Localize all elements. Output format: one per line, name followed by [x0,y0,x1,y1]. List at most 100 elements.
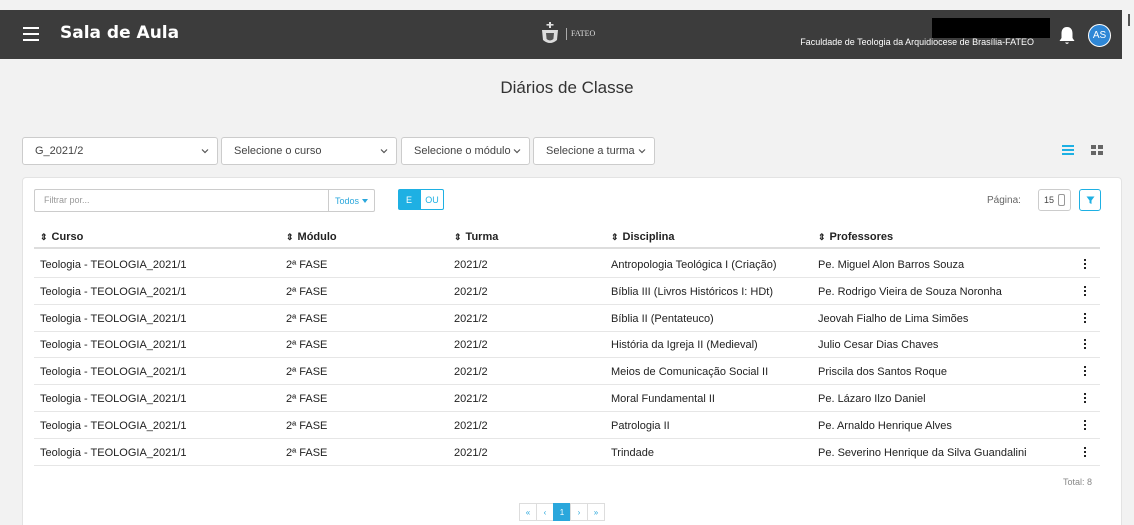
column-header-turma[interactable]: ⇕ Turma [454,231,498,243]
page-size-label: Página: [987,195,1021,206]
hamburger-menu-icon[interactable] [23,27,39,41]
table-cell: Teologia - TEOLOGIA_2021/1 [40,285,187,298]
row-actions-icon[interactable] [1083,393,1087,404]
class-select[interactable]: Selecione a turma [533,137,655,165]
first-page-button[interactable]: « [519,503,537,521]
table-cell: Bíblia III (Livros Históricos I: HDt) [611,285,773,298]
page-size-value: 15 [1044,195,1055,205]
table-row[interactable]: Teologia - TEOLOGIA_2021/1 2ª FASE 2021/2 T… [34,439,1100,466]
chevron-down-icon [513,149,521,154]
chevron-down-icon [380,149,388,154]
table-cell: 2ª FASE [286,285,328,298]
table-row[interactable]: Teologia - TEOLOGIA_2021/1 2ª FASE 2021/2 P… [34,412,1100,439]
table-cell: 2ª FASE [286,259,328,271]
todos-label: Todos [334,195,360,206]
filter-input[interactable]: Filtrar por... [34,189,330,212]
table-row[interactable]: Teologia - TEOLOGIA_2021/1 2ª FASE 2021/2 M… [34,385,1100,412]
filter-button[interactable] [1079,189,1101,211]
table-cell: Pe. Lázaro Ilzo Daniel [818,393,926,405]
sort-icon: ⇕ [611,232,619,242]
table-cell: 2ª FASE [286,393,328,405]
table-cell: Antropologia Teológica I (Criação) [611,259,777,271]
institution-name: Faculdade de Teologia da Arquidiocese de… [800,37,1034,47]
user-avatar[interactable]: AS [1088,24,1111,47]
and-toggle-button[interactable]: E [398,189,420,210]
table-row[interactable]: Teologia - TEOLOGIA_2021/1 2ª FASE 2021/2 M… [34,358,1100,386]
app-title: Sala de Aula [60,23,180,43]
table-cell: Patrologia II [611,419,670,432]
table-cell: 2021/2 [454,366,488,379]
sort-icon: ⇕ [818,232,826,242]
table-cell: Moral Fundamental II [611,393,715,405]
table-row[interactable]: Teologia - TEOLOGIA_2021/1 2ª FASE 2021/2 A… [34,251,1100,278]
course-select[interactable]: Selecione o curso [221,137,397,165]
row-actions-icon[interactable] [1083,312,1087,324]
table-cell: 2021/2 [454,393,488,405]
column-header-curso[interactable]: ⇕ Curso [40,231,83,243]
row-actions-icon[interactable] [1083,419,1087,431]
notification-bell-icon[interactable] [1058,26,1076,46]
module-select-value: Selecione o módulo [414,145,511,157]
institution-logo: FATEO [538,22,595,46]
page-size-input[interactable]: 15 [1038,189,1071,211]
table-row[interactable]: Teologia - TEOLOGIA_2021/1 2ª FASE 2021/2 H… [34,331,1100,359]
table-row[interactable]: Teologia - TEOLOGIA_2021/1 2ª FASE 2021/2 B… [34,305,1100,332]
table-cell: 2ª FASE [286,366,328,379]
column-header-professores[interactable]: ⇕ Professores [818,231,893,243]
module-select[interactable]: Selecione o módulo [401,137,530,165]
grid-view-icon[interactable] [1091,144,1103,155]
table-cell: Pe. Rodrigo Vieira de Souza Noronha [818,285,1002,298]
table-cell: 2021/2 [454,312,488,325]
funnel-icon [1086,196,1094,204]
row-actions-icon[interactable] [1083,446,1087,458]
table-cell: Trindade [611,446,655,459]
row-actions-icon[interactable] [1083,259,1087,270]
column-header-disciplina[interactable]: ⇕ Disciplina [611,231,675,243]
table-cell: História da Igreja II (Medieval) [611,339,758,352]
sort-icon: ⇕ [40,232,48,242]
table-cell: Jeovah Fialho de Lima Simões [818,312,969,325]
window-edge-mark [1128,14,1130,26]
list-view-icon[interactable] [1062,144,1074,155]
table-cell: Bíblia II (Pentateuco) [611,312,714,325]
sort-icon: ⇕ [454,232,462,242]
table-cell: Teologia - TEOLOGIA_2021/1 [40,419,187,432]
table-cell: 2021/2 [454,259,488,271]
table-row[interactable]: Teologia - TEOLOGIA_2021/1 2ª FASE 2021/2 B… [34,278,1100,305]
previous-page-button[interactable]: ‹ [536,503,554,521]
todos-dropdown-button[interactable]: Todos [328,189,375,212]
page-title: Diários de Classe [500,78,634,97]
table-cell: 2021/2 [454,339,488,352]
table-cell: Priscila dos Santos Roque [818,366,948,379]
table-cell: Teologia - TEOLOGIA_2021/1 [40,366,187,379]
table-cell: Julio Cesar Dias Chaves [818,339,939,352]
caret-down-icon [362,198,369,203]
or-toggle-button[interactable]: OU [420,189,444,210]
table-cell: 2ª FASE [286,339,328,352]
row-actions-icon[interactable] [1083,339,1087,350]
table-cell: 2021/2 [454,446,488,459]
table-header: ⇕ Curso ⇕ Módulo ⇕ Turma ⇕ Disciplina ⇕ Profe… [34,225,1100,249]
sort-icon: ⇕ [286,232,294,242]
redacted-user-name [932,18,1050,38]
table-cell: Pe. Arnaldo Henrique Alves [818,419,952,432]
chevron-down-icon [638,149,646,154]
spinner-icon[interactable] [1058,194,1065,206]
chevron-down-icon [201,149,209,154]
table-cell: 2ª FASE [286,446,328,459]
seal-icon [542,22,558,43]
last-page-button[interactable]: » [587,503,605,521]
table-cell: 2021/2 [454,419,488,432]
table-cell: Pe. Severino Henrique da Silva Guandalin… [818,446,1027,459]
table-cell: Teologia - TEOLOGIA_2021/1 [40,312,187,325]
row-actions-icon[interactable] [1083,285,1087,297]
current-page-button[interactable]: 1 [553,503,571,521]
row-actions-icon[interactable] [1083,366,1087,377]
table-cell: Pe. Miguel Alon Barros Souza [818,259,965,271]
next-page-button[interactable]: › [570,503,588,521]
course-select-value: Selecione o curso [234,145,322,157]
period-select[interactable]: G_2021/2 [22,137,218,165]
column-header-modulo[interactable]: ⇕ Módulo [286,231,337,243]
table-cell: Teologia - TEOLOGIA_2021/1 [40,393,187,405]
table-cell: Meios de Comunicação Social II [611,366,769,379]
